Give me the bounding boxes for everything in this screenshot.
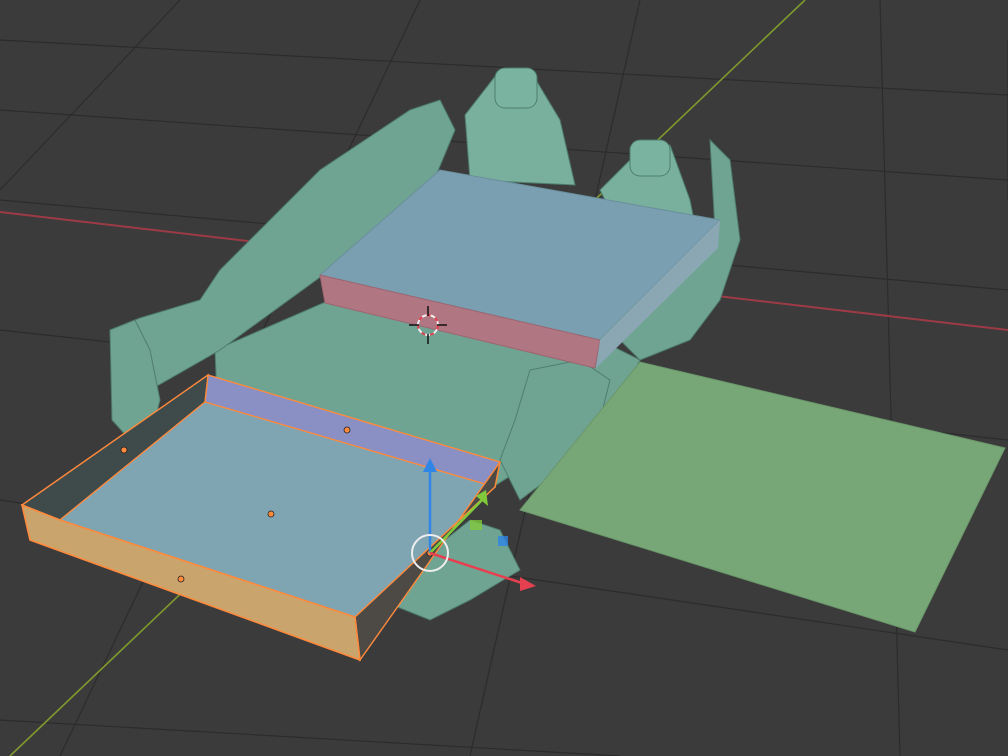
gizmo-plane-handle[interactable]: [470, 520, 482, 530]
origin-dot-icon[interactable]: [267, 510, 275, 518]
origin-dot-icon[interactable]: [177, 575, 185, 583]
3d-viewport[interactable]: [0, 0, 1008, 756]
gizmo-plane-handle[interactable]: [498, 536, 508, 546]
origin-dot-icon[interactable]: [120, 446, 128, 454]
origin-dot-icon[interactable]: [343, 426, 351, 434]
